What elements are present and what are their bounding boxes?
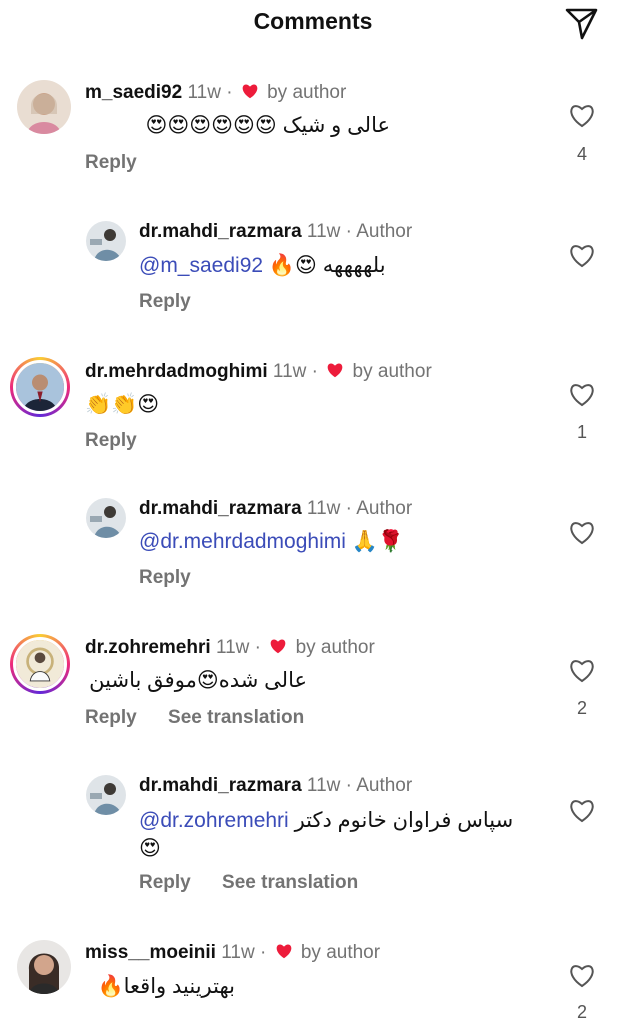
username[interactable]: dr.mahdi_razmara xyxy=(139,775,302,796)
separator: · xyxy=(345,498,352,519)
timestamp: 11w xyxy=(221,942,255,963)
liked-by-author: by author xyxy=(300,942,381,963)
avatar[interactable] xyxy=(17,940,71,994)
see-translation-button[interactable]: See translation xyxy=(168,707,304,728)
author-badge: Author xyxy=(356,221,413,242)
separator: · xyxy=(345,221,352,242)
heart-filled-icon xyxy=(242,84,258,99)
heart-filled-icon xyxy=(270,639,286,654)
mention-link[interactable]: @dr.mehrdadmoghimi xyxy=(139,530,346,553)
timestamp: 11w xyxy=(215,637,250,658)
comment-meta: dr.mahdi_razmara 11w · Author xyxy=(139,498,412,520)
liked-by-author: by author xyxy=(267,82,347,103)
comment-text-row: @m_saedi92 بلههههه 😍🔥 xyxy=(139,253,386,278)
timestamp: 11w xyxy=(306,775,341,796)
comment-text: 👏👏😍 xyxy=(85,393,160,416)
avatar[interactable] xyxy=(86,775,126,815)
like-count: 4 xyxy=(576,144,587,164)
like-heart-icon[interactable] xyxy=(567,960,597,990)
liked-by-author: by author xyxy=(295,637,375,658)
like-heart-icon[interactable] xyxy=(567,379,597,409)
like-heart-icon[interactable] xyxy=(567,240,597,270)
heart-filled-icon xyxy=(327,363,343,378)
separator: · xyxy=(259,942,267,963)
separator: · xyxy=(311,361,318,382)
like-heart-icon[interactable] xyxy=(567,100,597,130)
comment-actions: Reply xyxy=(85,152,163,174)
avatar[interactable] xyxy=(86,498,126,538)
reply-button[interactable]: Reply xyxy=(139,291,191,312)
comment-meta: dr.zohremehri 11w · by author xyxy=(85,637,375,659)
comment-actions: Reply xyxy=(139,291,217,313)
username[interactable]: dr.mahdi_razmara xyxy=(139,498,302,519)
separator: · xyxy=(254,637,261,658)
comment-text-row: @dr.mehrdadmoghimi 🙏🌹 xyxy=(139,530,404,554)
see-translation-button[interactable]: See translation xyxy=(222,872,358,893)
timestamp: 11w xyxy=(187,82,221,103)
like-heart-icon[interactable] xyxy=(567,655,597,685)
avatar-story-ring[interactable] xyxy=(10,357,70,417)
timestamp: 11w xyxy=(272,361,307,382)
reply-button[interactable]: Reply xyxy=(139,567,191,588)
like-count: 2 xyxy=(576,1002,587,1022)
comment-meta: m_saedi92 11w · by author xyxy=(85,82,346,104)
comment-text: 🙏🌹 xyxy=(351,530,405,553)
separator: · xyxy=(345,775,352,796)
separator: · xyxy=(226,82,233,103)
like-heart-icon[interactable] xyxy=(567,795,597,825)
timestamp: 11w xyxy=(306,221,341,242)
like-count: 2 xyxy=(576,698,587,718)
like-count: 1 xyxy=(576,422,587,442)
username[interactable]: m_saedi92 xyxy=(85,82,182,103)
comment-actions: Reply xyxy=(139,567,217,589)
username[interactable]: dr.mahdi_razmara xyxy=(139,221,302,242)
comment-text: بهترینید واقعا🔥 xyxy=(97,975,235,998)
reply-button[interactable]: Reply xyxy=(139,872,191,893)
avatar[interactable] xyxy=(86,221,126,261)
username[interactable]: dr.mehrdadmoghimi xyxy=(85,361,268,382)
comment-text: بلههههه 😍🔥 xyxy=(268,254,386,277)
comment-text-row: @dr.zohremehri سپاس فراوان خانوم دکتر xyxy=(139,808,513,833)
username[interactable]: dr.zohremehri xyxy=(85,637,211,658)
page-title: Comments xyxy=(253,8,373,34)
author-badge: Author xyxy=(356,775,413,796)
comments-header: Comments xyxy=(0,0,626,48)
reply-button[interactable]: Reply xyxy=(85,152,137,173)
comment-actions: Reply xyxy=(85,430,163,452)
heart-filled-icon xyxy=(276,944,291,959)
timestamp: 11w xyxy=(306,498,341,519)
username[interactable]: miss__moeinii xyxy=(85,942,216,963)
reply-button[interactable]: Reply xyxy=(85,430,137,451)
comment-text: سپاس فراوان خانوم دکتر xyxy=(294,809,514,832)
comment-meta: dr.mahdi_razmara 11w · Author xyxy=(139,775,412,797)
comment-text: عالی شده😍موفق باشین xyxy=(89,669,307,692)
avatar-story-ring[interactable] xyxy=(10,634,70,694)
author-badge: Author xyxy=(356,498,413,519)
mention-link[interactable]: @dr.zohremehri xyxy=(139,809,289,832)
comment-text-line2: 😍 xyxy=(139,837,161,860)
comment-actions: Reply See translation xyxy=(85,707,330,729)
reply-button[interactable]: Reply xyxy=(85,707,137,728)
comment-meta: miss__moeinii 11w · by author xyxy=(85,942,380,964)
comment-meta: dr.mehrdadmoghimi 11w · by author xyxy=(85,361,432,383)
comment-text: عالی و شیک 😍😍😍😍😍😍 xyxy=(145,114,390,137)
like-heart-icon[interactable] xyxy=(567,517,597,547)
mention-link[interactable]: @m_saedi92 xyxy=(139,254,263,277)
comment-actions: Reply See translation xyxy=(139,872,384,894)
comment-meta: dr.mahdi_razmara 11w · Author xyxy=(139,221,412,243)
share-send-icon[interactable] xyxy=(561,2,601,42)
liked-by-author: by author xyxy=(352,361,432,382)
avatar[interactable] xyxy=(17,80,71,134)
